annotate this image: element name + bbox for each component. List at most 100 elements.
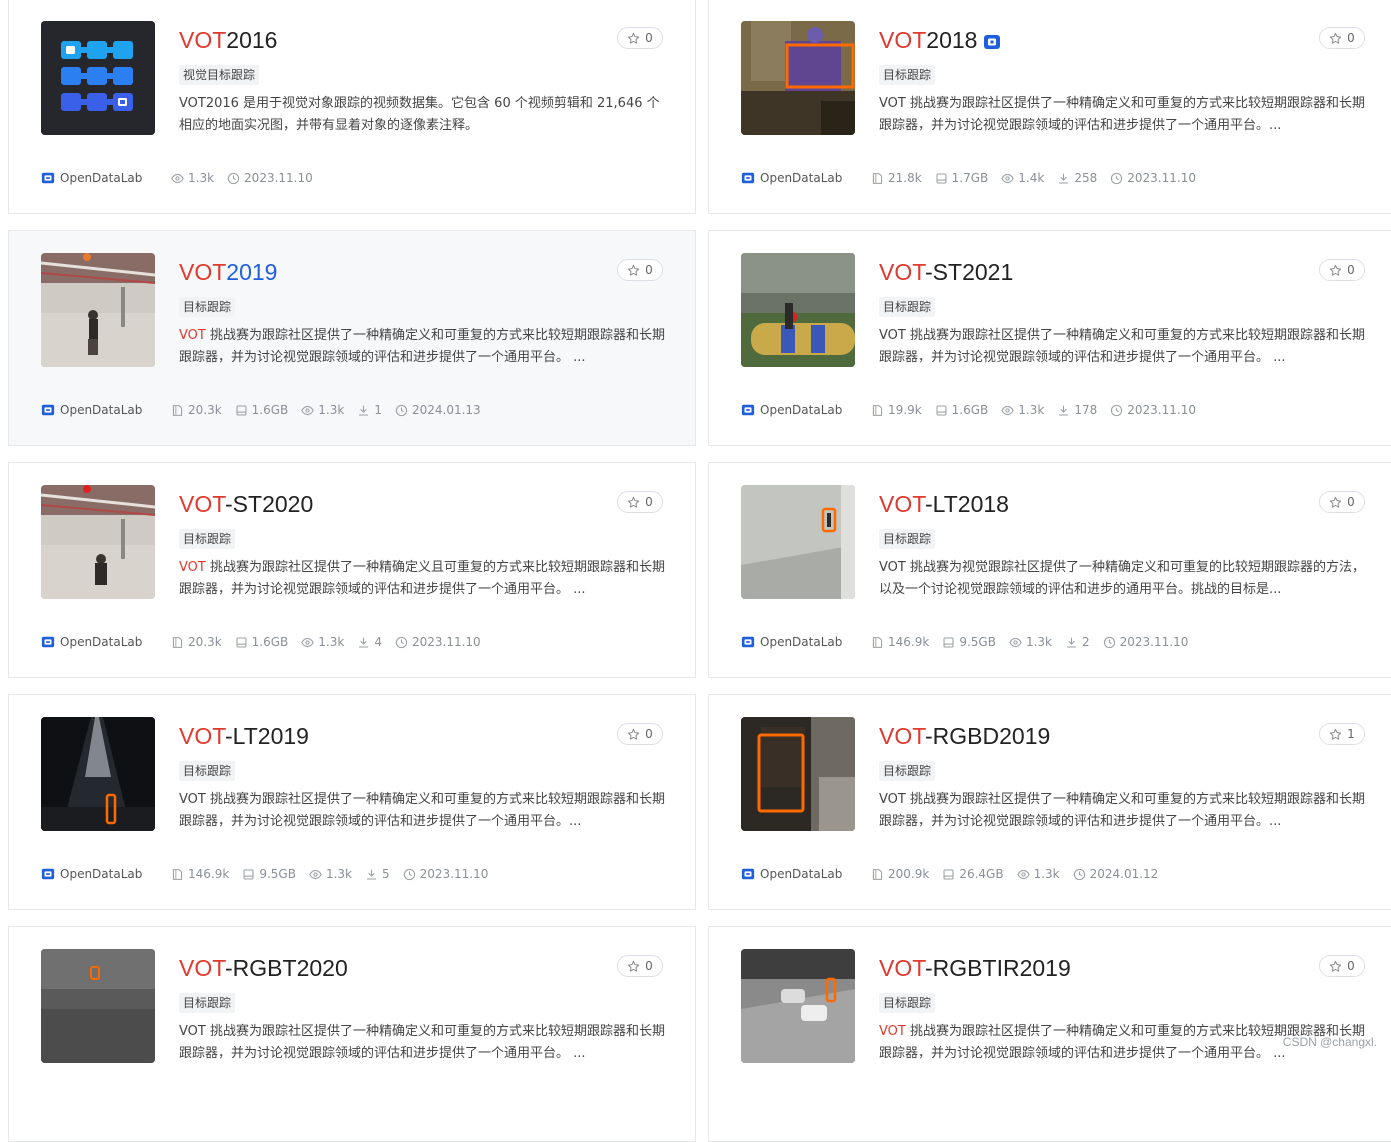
tracking-preview-image: [741, 717, 855, 831]
dataset-title[interactable]: VOT2018: [879, 25, 1001, 55]
dataset-title[interactable]: VOT-RGBT2020: [179, 953, 348, 983]
task-tag[interactable]: 视觉目标跟踪: [179, 65, 260, 85]
org-link[interactable]: OpenDataLab: [41, 403, 171, 417]
dataset-title[interactable]: VOT-RGBTIR2019: [879, 953, 1071, 983]
files-icon: [872, 636, 883, 648]
org-link[interactable]: OpenDataLab: [741, 171, 871, 185]
star-button[interactable]: 0: [617, 259, 663, 281]
views-stat: 1.3k: [301, 403, 344, 417]
dataset-title[interactable]: VOT2016: [179, 25, 277, 55]
dataset-thumbnail[interactable]: [41, 21, 155, 135]
task-tag[interactable]: 目标跟踪: [179, 297, 236, 317]
task-tag[interactable]: 目标跟踪: [179, 529, 236, 549]
dataset-thumbnail[interactable]: [741, 485, 855, 599]
dataset-title[interactable]: VOT-RGBD2019: [879, 721, 1050, 751]
dataset-title[interactable]: VOT-ST2021: [879, 257, 1013, 287]
date-stat: 2023.11.10: [1103, 635, 1188, 649]
dataset-description: VOT 挑战赛为跟踪社区提供了一种精确定义和可重复的方式来比较短期跟踪器和长期跟…: [879, 96, 1365, 133]
disk-icon: [943, 869, 954, 879]
dataset-description: VOT 挑战赛为跟踪社区提供了一种精确定义和可重复的方式来比较短期跟踪器和长期跟…: [179, 792, 665, 829]
org-link[interactable]: OpenDataLab: [741, 635, 871, 649]
task-tag[interactable]: 目标跟踪: [179, 993, 236, 1013]
dataset-title[interactable]: VOT-ST2020: [179, 489, 313, 519]
disk-icon: [236, 405, 247, 415]
opendatalab-logo-icon: [741, 636, 755, 648]
task-tag[interactable]: 目标跟踪: [879, 993, 936, 1013]
star-icon: [628, 960, 640, 972]
star-button[interactable]: 0: [617, 27, 663, 49]
task-tag[interactable]: 目标跟踪: [879, 297, 936, 317]
star-button[interactable]: 0: [1319, 955, 1365, 977]
dataset-card-vot-st2021[interactable]: VOT-ST2021 0 目标跟踪 VOT 挑战赛为跟踪社区提供了一种精确定义和…: [708, 230, 1391, 446]
dataset-description: VOT2016 是用于视觉对象跟踪的视频数据集。它包含 60 个视频剪辑和 21…: [179, 96, 660, 133]
org-link[interactable]: OpenDataLab: [741, 867, 871, 881]
opendatalab-logo-icon: [41, 868, 55, 880]
dataset-thumbnail[interactable]: [741, 949, 855, 1063]
dataset-title[interactable]: VOT-LT2019: [179, 721, 309, 751]
download-icon: [1059, 405, 1069, 415]
task-tag[interactable]: 目标跟踪: [179, 761, 236, 781]
star-button[interactable]: 0: [617, 491, 663, 513]
dataset-card-vot2019[interactable]: VOT2019 0 目标跟踪 VOT 挑战赛为跟踪社区提供了一种精确定义和可重复…: [8, 230, 696, 446]
eye-icon: [1009, 637, 1022, 647]
dataset-description: VOT 挑战赛为跟踪社区提供了一种精确定义且可重复的方式来比较短期跟踪器和长期跟…: [179, 560, 665, 597]
dataset-thumbnail[interactable]: [41, 949, 155, 1063]
opendatalab-logo-icon: [41, 636, 55, 648]
star-icon: [628, 264, 640, 276]
download-icon: [359, 637, 369, 647]
star-button[interactable]: 0: [1319, 27, 1365, 49]
dataset-card-vot-lt2018[interactable]: VOT-LT2018 0 目标跟踪 VOT 挑战赛为视觉跟踪社区提供了一种精确定…: [708, 462, 1391, 678]
dataset-card-vot-rgbd2019[interactable]: VOT-RGBD2019 1 目标跟踪 VOT 挑战赛为跟踪社区提供了一种精确定…: [708, 694, 1391, 910]
org-link[interactable]: OpenDataLab: [41, 635, 171, 649]
star-icon: [628, 32, 640, 44]
dataset-thumbnail[interactable]: [741, 717, 855, 831]
star-count: 0: [1347, 31, 1355, 45]
tracking-preview-image: [741, 949, 855, 1063]
clock-icon: [1111, 172, 1123, 184]
task-tag[interactable]: 目标跟踪: [879, 65, 936, 85]
dataset-card-vot-rgbtir2019[interactable]: VOT-RGBTIR2019 0 目标跟踪 VOT 挑战赛为跟踪社区提供了一种精…: [708, 926, 1391, 1142]
eye-icon: [1001, 173, 1015, 183]
task-tag[interactable]: 目标跟踪: [879, 761, 936, 781]
dataset-title[interactable]: VOT2019: [179, 257, 277, 287]
star-button[interactable]: 0: [617, 723, 663, 745]
date-stat: 2024.01.13: [395, 403, 481, 417]
dataset-card-vot-lt2019[interactable]: VOT-LT2019 0 目标跟踪 VOT 挑战赛为跟踪社区提供了一种精确定义和…: [8, 694, 696, 910]
star-button[interactable]: 0: [1319, 491, 1365, 513]
download-icon: [1059, 173, 1069, 183]
dataset-title[interactable]: VOT-LT2018: [879, 489, 1009, 519]
star-button[interactable]: 0: [617, 955, 663, 977]
files-icon: [872, 868, 883, 880]
date-stat: 2023.11.10: [395, 635, 481, 649]
star-button[interactable]: 1: [1319, 723, 1365, 745]
tracking-preview-image: [741, 485, 855, 599]
dataset-card-vot2016[interactable]: VOT2016 0 视觉目标跟踪 VOT2016 是用于视觉对象跟踪的视频数据集…: [8, 0, 696, 214]
files-icon: [172, 868, 183, 880]
tracking-preview-image: [41, 949, 155, 1063]
downloads-stat: 4: [357, 635, 382, 649]
files-stat: 146.9k: [871, 635, 929, 649]
org-link[interactable]: OpenDataLab: [41, 867, 171, 881]
dataset-meta: OpenDataLab 146.9k 9.5GB 1.3k 5 2023.11.…: [41, 865, 501, 883]
dataset-card-vot-rgbt2020[interactable]: VOT-RGBT2020 0 目标跟踪 VOT 挑战赛为跟踪社区提供了一种精确定…: [8, 926, 696, 1142]
star-count: 0: [1347, 959, 1355, 973]
dataset-thumbnail[interactable]: [741, 253, 855, 367]
task-tag[interactable]: 目标跟踪: [879, 529, 936, 549]
dataset-card-vot2018[interactable]: VOT2018 0 目标跟踪 VOT 挑战赛为跟踪社区提供了一种精确定义和可重复…: [708, 0, 1391, 214]
dataset-card-vot-st2020[interactable]: VOT-ST2020 0 目标跟踪 VOT 挑战赛为跟踪社区提供了一种精确定义且…: [8, 462, 696, 678]
clock-icon: [227, 172, 240, 184]
clock-icon: [1103, 636, 1115, 648]
size-stat: 9.5GB: [242, 867, 296, 881]
org-link[interactable]: OpenDataLab: [741, 403, 871, 417]
views-stat: 1.3k: [171, 171, 214, 185]
dataset-thumbnail[interactable]: [41, 717, 155, 831]
dataset-thumbnail[interactable]: [41, 253, 155, 367]
dataset-thumbnail[interactable]: [741, 21, 855, 135]
org-link[interactable]: OpenDataLab: [41, 171, 171, 185]
dataset-meta: OpenDataLab 1.3k 2023.11.10: [41, 169, 326, 187]
downloads-stat: 178: [1057, 403, 1097, 417]
files-stat: 20.3k: [171, 635, 222, 649]
star-button[interactable]: 0: [1319, 259, 1365, 281]
eye-icon: [301, 637, 315, 647]
dataset-thumbnail[interactable]: [41, 485, 155, 599]
